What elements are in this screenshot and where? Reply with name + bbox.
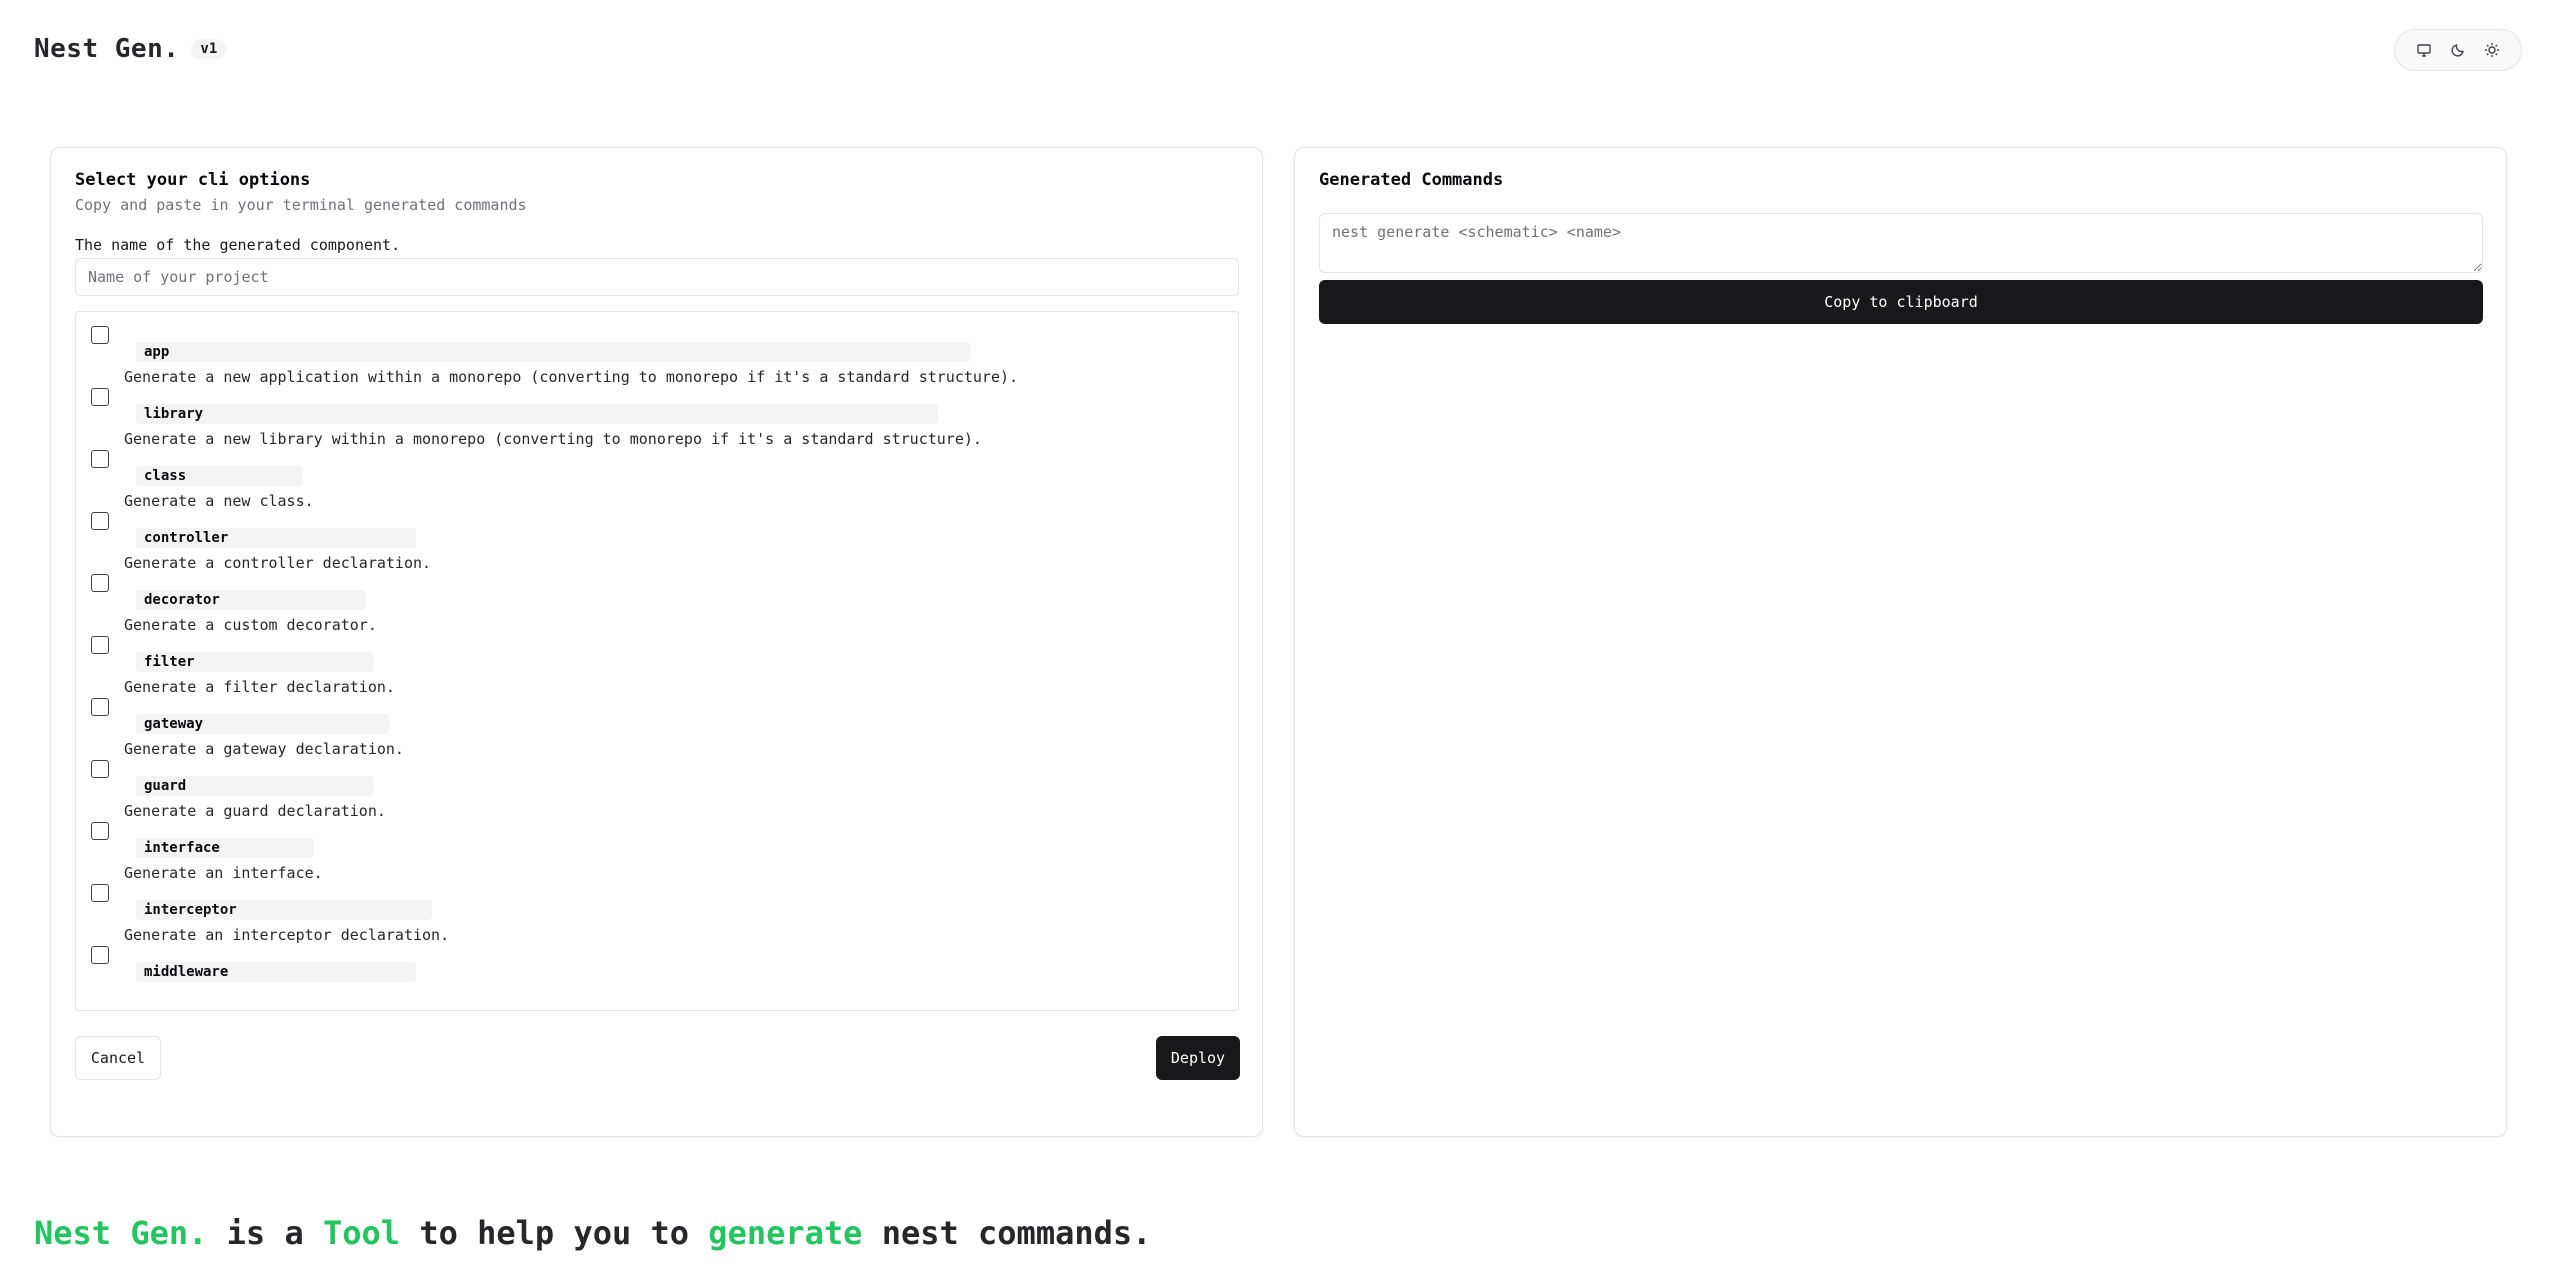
option-checkbox[interactable] [91, 822, 109, 840]
option-name: guard [136, 776, 373, 796]
footer-tagline: Nest Gen. is a Tool to help you to gener… [34, 1214, 1151, 1252]
option-name: filter [136, 652, 373, 672]
option-filter: filter Generate a filter declaration. [76, 622, 1238, 696]
option-decorator: decorator Generate a custom decorator. [76, 560, 1238, 634]
theme-switcher [2394, 29, 2522, 71]
option-checkbox[interactable] [91, 450, 109, 468]
option-app: app Generate a new application within a … [76, 312, 1238, 386]
option-checkbox[interactable] [91, 946, 109, 964]
option-checkbox[interactable] [91, 760, 109, 778]
option-checkbox[interactable] [91, 884, 109, 902]
schematic-options-list[interactable]: app Generate a new application within a … [75, 311, 1239, 1011]
card-title: Select your cli options [75, 170, 311, 190]
footer-generate-word: generate [708, 1214, 863, 1252]
option-checkbox[interactable] [91, 326, 109, 344]
card-subtitle: Copy and paste in your terminal generate… [75, 196, 527, 214]
option-checkbox[interactable] [91, 388, 109, 406]
option-name: interceptor [136, 900, 432, 920]
moon-icon[interactable] [2446, 38, 2470, 62]
option-name: app [136, 342, 971, 362]
footer-text: to help you to [400, 1214, 709, 1252]
card-title: Generated Commands [1319, 170, 1504, 190]
project-name-input[interactable] [75, 258, 1239, 296]
cancel-button[interactable]: Cancel [75, 1036, 161, 1080]
deploy-button[interactable]: Deploy [1156, 1036, 1240, 1080]
monitor-icon[interactable] [2412, 38, 2436, 62]
option-name: controller [136, 528, 416, 548]
option-name: gateway [136, 714, 389, 734]
version-badge: v1 [191, 39, 227, 59]
option-name: interface [136, 838, 314, 858]
option-middleware: middleware [76, 932, 1238, 994]
option-name: class [136, 466, 303, 486]
app-header: Nest Gen. v1 [34, 34, 227, 64]
option-controller: controller Generate a controller declara… [76, 498, 1238, 572]
cli-options-card: Select your cli options Copy and paste i… [50, 147, 1263, 1137]
option-library: library Generate a new library within a … [76, 374, 1238, 448]
option-class: class Generate a new class. [76, 436, 1238, 510]
footer-tool-word: Tool [322, 1214, 401, 1252]
brand-logo-text: Nest Gen. [34, 34, 180, 64]
option-guard: guard Generate a guard declaration. [76, 746, 1238, 820]
option-interceptor: interceptor Generate an interceptor decl… [76, 870, 1238, 944]
copy-to-clipboard-button[interactable]: Copy to clipboard [1319, 280, 2483, 324]
option-name: library [136, 404, 938, 424]
footer-text: nest commands. [862, 1214, 1152, 1252]
option-checkbox[interactable] [91, 574, 109, 592]
footer-text: is a [207, 1214, 323, 1252]
name-field-label: The name of the generated component. [75, 236, 401, 254]
generated-commands-card: Generated Commands Copy to clipboard [1294, 147, 2507, 1137]
option-checkbox[interactable] [91, 698, 109, 716]
option-name: middleware [136, 962, 416, 982]
option-interface: interface Generate an interface. [76, 808, 1238, 882]
option-checkbox[interactable] [91, 512, 109, 530]
sun-icon[interactable] [2480, 38, 2504, 62]
footer-brand: Nest Gen. [34, 1214, 208, 1252]
option-name: decorator [136, 590, 366, 610]
option-gateway: gateway Generate a gateway declaration. [76, 684, 1238, 758]
generated-command-textarea[interactable] [1319, 213, 2483, 273]
option-checkbox[interactable] [91, 636, 109, 654]
